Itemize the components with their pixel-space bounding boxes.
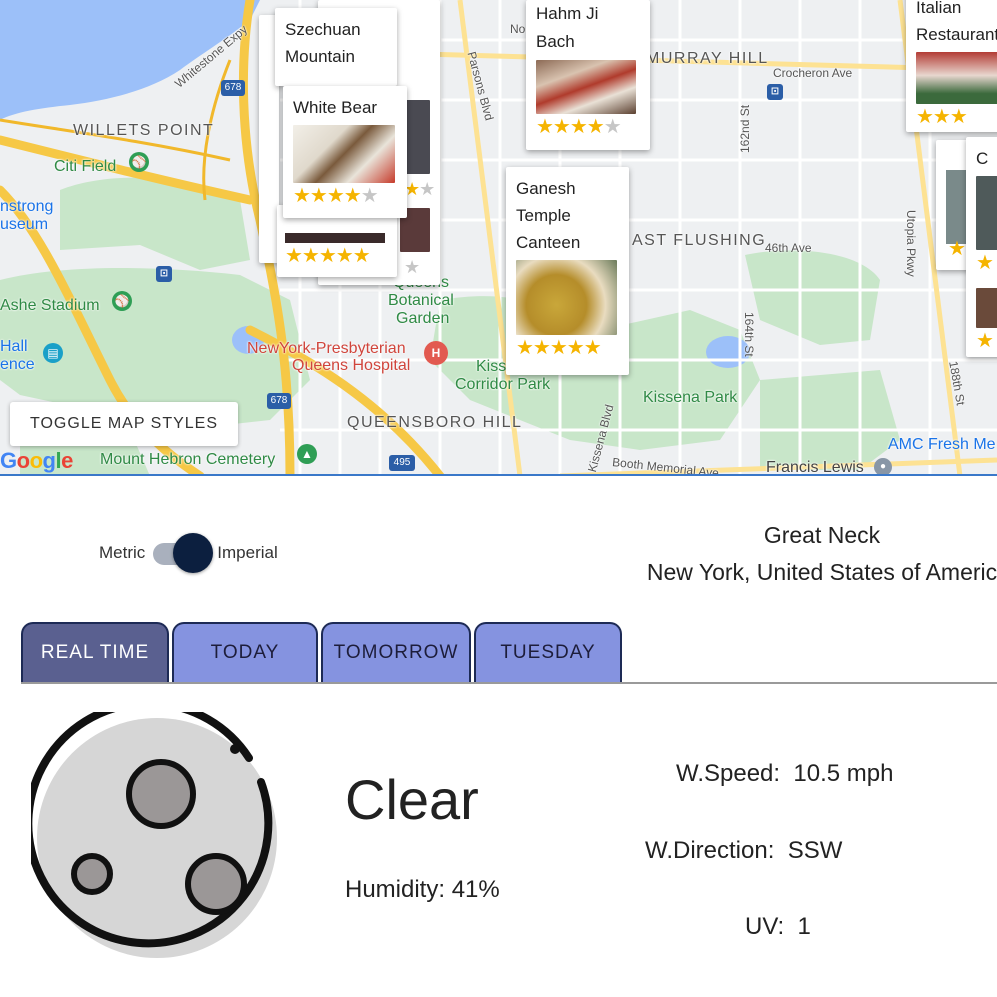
- star-rating: ★★★: [916, 106, 968, 128]
- hall-label: Hall: [0, 338, 28, 355]
- 164th-st-label: 164th St: [742, 312, 756, 357]
- willets-point-label: WILLETS POINT: [73, 122, 215, 139]
- street-fragment-label: No: [510, 22, 526, 36]
- toggle-map-styles-button[interactable]: TOGGLE MAP STYLES: [10, 402, 239, 446]
- wind-direction-label: W.Direction:: [645, 837, 775, 864]
- location-region: New York, United States of Americ: [646, 559, 997, 585]
- restaurant-name: Ganesh Temple Canteen: [516, 179, 581, 252]
- star-rating: ★★★★★: [516, 337, 602, 359]
- tab-today[interactable]: TODAY: [172, 622, 318, 682]
- crocheron-ave-label: Crocheron Ave: [773, 66, 853, 80]
- forecast-tabs: REAL TIME TODAY TOMORROW TUESDAY: [21, 622, 997, 684]
- restaurant-name: White Bear: [293, 98, 378, 117]
- star-rating: ★★★★★: [285, 245, 371, 267]
- tab-tuesday[interactable]: TUESDAY: [474, 622, 622, 682]
- uv-index: UV: 1: [745, 913, 811, 941]
- botanical-label-2: Botanical: [388, 292, 454, 309]
- uv-label: UV:: [745, 913, 785, 940]
- kissena-corridor-label-2: Corridor Park: [455, 376, 551, 393]
- hospital-label-2: Queens Hospital: [292, 357, 411, 374]
- restaurant-photo: [293, 125, 395, 183]
- cemetery-icon[interactable]: ▲: [297, 444, 317, 464]
- map-view[interactable]: WILLETS POINT MURRAY HILL AST FLUSHING Q…: [0, 0, 997, 476]
- wind-direction-value: SSW: [787, 837, 843, 864]
- restaurant-name: Hahm Ji Bach: [536, 4, 599, 51]
- train-station-icon[interactable]: ⊡: [156, 266, 172, 282]
- citi-field-label: Citi Field: [54, 158, 117, 175]
- restaurant-card[interactable]: C ★ ★: [966, 137, 997, 357]
- stadium-icon[interactable]: ⚾: [112, 291, 132, 311]
- museum-icon[interactable]: ▤: [43, 343, 63, 363]
- queensboro-hill-label: QUEENSBORO HILL: [347, 414, 523, 431]
- restaurant-photo: [916, 52, 997, 104]
- ashe-stadium-label: Ashe Stadium: [0, 297, 100, 314]
- imperial-label: Imperial: [217, 543, 278, 562]
- star-rating: ★: [948, 238, 966, 260]
- metric-label: Metric: [99, 543, 146, 562]
- 162nd-st-label: 162nd St: [738, 104, 752, 153]
- east-flushing-label: AST FLUSHING: [632, 232, 767, 249]
- mount-hebron-label: Mount Hebron Cemetery: [100, 451, 276, 468]
- wind-direction: W.Direction: SSW: [645, 837, 842, 865]
- restaurant-photo: [536, 60, 636, 114]
- restaurant-photo: [285, 233, 385, 243]
- unit-toggle: Metric Imperial: [99, 533, 278, 573]
- armstrong-label: nstrong: [0, 198, 54, 215]
- murray-hill-label: MURRAY HILL: [646, 50, 769, 67]
- restaurant-name: Szechuan Mountain: [285, 20, 361, 66]
- location-city: Great Neck: [763, 522, 881, 548]
- wind-speed-value: 10.5 mph: [793, 760, 894, 787]
- google-logo: Google: [0, 448, 73, 473]
- science-label: ence: [0, 356, 35, 373]
- botanical-label-3: Garden: [396, 310, 450, 327]
- star-rating: ★: [976, 330, 994, 352]
- 46th-ave-label: 46th Ave: [765, 241, 812, 255]
- highway-shield-495: 495: [389, 455, 415, 471]
- restaurant-name: C: [976, 149, 989, 168]
- utopia-pkwy-label: Utopia Pkwy: [904, 210, 918, 277]
- star-rating: ★: [404, 257, 420, 277]
- weather-condition: Clear: [345, 768, 479, 831]
- kissena-corridor-label-1: Kiss: [476, 358, 507, 375]
- wind-speed: W.Speed: 10.5 mph: [676, 760, 893, 788]
- unit-switch[interactable]: [153, 533, 214, 573]
- restaurant-card[interactable]: Szechuan Mountain: [275, 8, 397, 86]
- star-rating: ★★: [404, 179, 435, 199]
- restaurant-card[interactable]: White Bear ★★★★★: [283, 86, 407, 218]
- highway-shield-678: 678: [267, 393, 291, 409]
- restaurant-name: Italian Restaurant: [916, 0, 997, 44]
- restaurant-photo: [976, 176, 997, 250]
- kissena-park-label: Kissena Park: [643, 389, 738, 406]
- location: Great Neck New York, United States of Am…: [612, 517, 997, 591]
- cinema-icon[interactable]: ●: [874, 458, 892, 474]
- tab-tomorrow[interactable]: TOMORROW: [321, 622, 471, 682]
- highway-shield-678: 678: [221, 80, 245, 96]
- moon-icon: [24, 699, 283, 969]
- restaurant-photo: [976, 288, 997, 328]
- museum-label: useum: [0, 216, 49, 233]
- train-station-icon[interactable]: ⊡: [767, 84, 783, 100]
- restaurant-card[interactable]: Hahm Ji Bach ★★★★★: [526, 0, 650, 150]
- wind-speed-label: W.Speed:: [676, 760, 781, 787]
- star-rating: ★★★★★: [536, 116, 622, 138]
- francis-lewis-label: Francis Lewis: [766, 459, 864, 476]
- restaurant-card[interactable]: Italian Restaurant ★★★: [906, 0, 997, 132]
- switch-knob[interactable]: [173, 533, 214, 573]
- hospital-icon[interactable]: H: [424, 341, 448, 365]
- star-rating: ★★★★★: [293, 185, 379, 207]
- amc-label: AMC Fresh Me: [888, 436, 996, 453]
- tab-real-time[interactable]: REAL TIME: [21, 622, 169, 682]
- hospital-label-1: NewYork-Presbyterian: [247, 340, 406, 357]
- star-rating: ★: [976, 252, 994, 274]
- humidity: Humidity: 41%: [345, 876, 500, 903]
- restaurant-photo: [516, 260, 617, 335]
- uv-value: 1: [797, 913, 811, 940]
- stadium-icon[interactable]: ⚾: [129, 152, 149, 172]
- restaurant-card[interactable]: Ganesh Temple Canteen ★★★★★: [506, 167, 629, 375]
